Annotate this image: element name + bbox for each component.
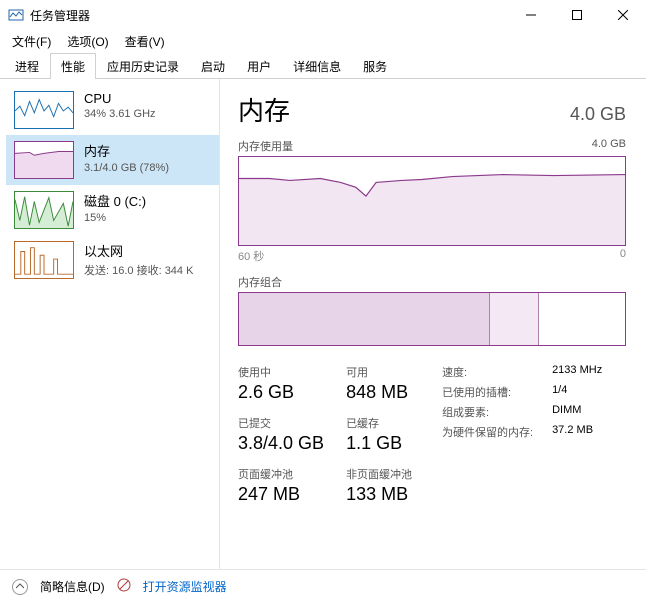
tab-services[interactable]: 服务 <box>352 53 398 79</box>
stat-cached-label: 已缓存 <box>346 415 412 431</box>
main-panel: 内存 4.0 GB 内存使用量 4.0 GB 60 秒 0 内存组合 使用中 2.… <box>220 79 646 569</box>
page-title: 内存 <box>238 91 290 128</box>
menu-bar: 文件(F) 选项(O) 查看(V) <box>0 30 646 52</box>
app-icon <box>8 7 24 23</box>
sidebar-ethernet-sub: 发送: 16.0 接收: 344 K <box>84 262 193 278</box>
info-slots-value: 1/4 <box>552 384 567 400</box>
menu-file[interactable]: 文件(F) <box>4 31 59 52</box>
composition-modified <box>490 293 539 345</box>
menu-options[interactable]: 选项(O) <box>59 31 116 52</box>
cpu-thumbnail <box>14 91 74 129</box>
stat-committed-value: 3.8/4.0 GB <box>238 433 324 454</box>
tab-history[interactable]: 应用历史记录 <box>96 53 190 79</box>
stat-inuse-label: 使用中 <box>238 364 324 380</box>
composition-free <box>539 293 625 345</box>
sidebar-memory-sub: 3.1/4.0 GB (78%) <box>84 162 169 174</box>
usage-chart-max: 4.0 GB <box>592 138 626 154</box>
stat-nonpaged-value: 133 MB <box>346 484 412 505</box>
sidebar-disk-label: 磁盘 0 (C:) <box>84 191 146 210</box>
info-reserved-label: 为硬件保留的内存: <box>442 424 552 440</box>
window-title: 任务管理器 <box>30 7 508 24</box>
footer: 简略信息(D) 打开资源监视器 <box>0 569 646 603</box>
tab-processes[interactable]: 进程 <box>4 53 50 79</box>
x-axis-left: 60 秒 <box>238 248 264 264</box>
title-bar: 任务管理器 <box>0 0 646 30</box>
sidebar-item-memory[interactable]: 内存 3.1/4.0 GB (78%) <box>6 135 219 185</box>
x-axis-right: 0 <box>620 248 626 264</box>
stat-inuse-value: 2.6 GB <box>238 382 324 403</box>
stat-available-value: 848 MB <box>346 382 412 403</box>
open-resmon-link[interactable]: 打开资源监视器 <box>143 578 227 595</box>
info-form-label: 组成要素: <box>442 404 552 420</box>
usage-chart-label: 内存使用量 <box>238 138 293 154</box>
tab-startup[interactable]: 启动 <box>190 53 236 79</box>
stat-paged-value: 247 MB <box>238 484 324 505</box>
maximize-button[interactable] <box>554 0 600 30</box>
collapse-icon[interactable] <box>12 579 28 595</box>
tab-details[interactable]: 详细信息 <box>282 53 352 79</box>
sidebar-ethernet-label: 以太网 <box>84 241 193 260</box>
memory-capacity: 4.0 GB <box>570 104 626 125</box>
info-speed-value: 2133 MHz <box>552 364 602 380</box>
sidebar-cpu-sub: 34% 3.61 GHz <box>84 108 156 120</box>
info-form-value: DIMM <box>552 404 581 420</box>
info-reserved-value: 37.2 MB <box>552 424 593 440</box>
tab-users[interactable]: 用户 <box>236 53 282 79</box>
fewer-details-link[interactable]: 简略信息(D) <box>40 578 105 595</box>
sidebar-item-cpu[interactable]: CPU 34% 3.61 GHz <box>6 85 219 135</box>
memory-usage-chart <box>238 156 626 246</box>
minimize-button[interactable] <box>508 0 554 30</box>
sidebar-disk-sub: 15% <box>84 212 146 224</box>
stat-paged-label: 页面缓冲池 <box>238 466 324 482</box>
memory-thumbnail <box>14 141 74 179</box>
tab-performance[interactable]: 性能 <box>50 53 96 79</box>
info-slots-label: 已使用的插槽: <box>442 384 552 400</box>
menu-view[interactable]: 查看(V) <box>117 31 173 52</box>
stat-available-label: 可用 <box>346 364 412 380</box>
stat-nonpaged-label: 非页面缓冲池 <box>346 466 412 482</box>
sidebar-cpu-label: CPU <box>84 91 156 106</box>
sidebar-memory-label: 内存 <box>84 141 169 160</box>
memory-composition-chart <box>238 292 626 346</box>
stat-cached-value: 1.1 GB <box>346 433 412 454</box>
tab-bar: 进程 性能 应用历史记录 启动 用户 详细信息 服务 <box>0 52 646 79</box>
close-button[interactable] <box>600 0 646 30</box>
resmon-icon <box>117 578 131 595</box>
ethernet-thumbnail <box>14 241 74 279</box>
disk-thumbnail <box>14 191 74 229</box>
sidebar: CPU 34% 3.61 GHz 内存 3.1/4.0 GB (78%) 磁盘 … <box>0 79 220 569</box>
info-speed-label: 速度: <box>442 364 552 380</box>
composition-label: 内存组合 <box>238 274 626 290</box>
sidebar-item-disk[interactable]: 磁盘 0 (C:) 15% <box>6 185 219 235</box>
sidebar-item-ethernet[interactable]: 以太网 发送: 16.0 接收: 344 K <box>6 235 219 285</box>
stat-committed-label: 已提交 <box>238 415 324 431</box>
composition-in-use <box>239 293 490 345</box>
